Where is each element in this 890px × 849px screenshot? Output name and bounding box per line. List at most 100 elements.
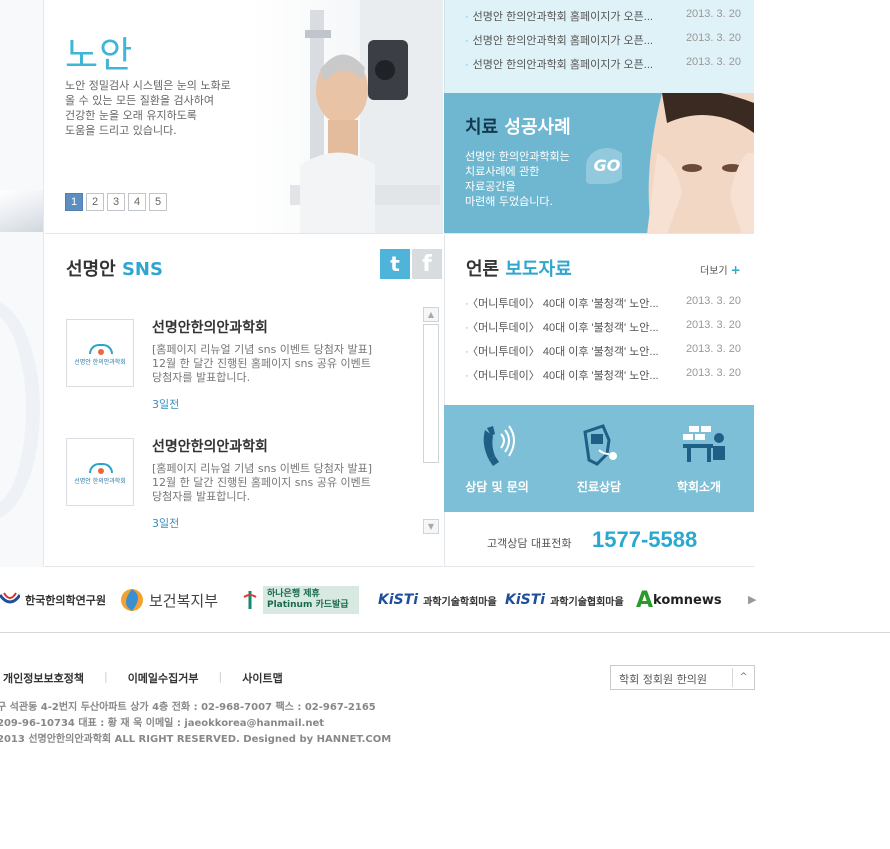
press-item[interactable]: · 〈머니투데이〉 40대 이후 '불청객' 노안... 2013. 3. 20 [465, 319, 741, 335]
press-section: 언론 보도자료 더보기 + · 〈머니투데이〉 40대 이후 '불청객' 노안...… [444, 235, 754, 405]
post-time: 3일전 [152, 517, 180, 530]
quick-menu-label: 상담 및 문의 [465, 480, 529, 494]
bullet-icon: · [465, 35, 469, 47]
hero-page-button[interactable]: 5 [149, 193, 167, 211]
treatment-cases-banner[interactable]: 치료 성공사례 선명안 한의안과학회는 치료사례에 관한 자료공간을 마련해 두… [444, 93, 754, 234]
plus-icon: + [730, 263, 741, 277]
bullet-icon: · [465, 59, 469, 71]
divider [0, 632, 890, 633]
hero-page-button[interactable]: 4 [128, 193, 146, 211]
bullet-icon: · [465, 322, 469, 334]
scroll-down-button[interactable]: ▼ [423, 519, 439, 534]
notice-item[interactable]: · 선명안 한의안과학회 홈페이지가 오픈... 2013. 3. 20 [465, 8, 741, 24]
sns-post[interactable]: 선명안 한의안과학회 선명안한의안과학회 [홈페이지 리뉴얼 기념 sns 이벤… [66, 319, 396, 429]
kisti-logo-icon: KiSTi [505, 592, 546, 608]
phone-icon [483, 425, 515, 466]
call-center: 고객상담 대표전화 1577-5588 [444, 512, 754, 567]
hana-bank-logo-icon [243, 591, 257, 609]
facebook-icon[interactable]: f [412, 249, 442, 279]
post-author: 선명안한의안과학회 [152, 320, 268, 336]
press-item-title: 〈머니투데이〉 40대 이후 '불청객' 노안... [472, 346, 659, 358]
footer-copyright: 2013 선명안한의안과학회 ALL RIGHT RESERVED. Desig… [0, 734, 392, 745]
post-text-line: [홈페이지 리뉴얼 기념 sns 이벤트 당첨자 발표] [152, 343, 373, 356]
sns-post[interactable]: 선명안 한의안과학회 선명안한의안과학회 [홈페이지 리뉴얼 기념 sns 이벤… [66, 438, 396, 548]
mohw-logo-icon [121, 589, 143, 611]
notice-item[interactable]: · 선명안 한의안과학회 홈페이지가 오픈... 2013. 3. 20 [465, 56, 741, 72]
press-item-date: 2013. 3. 20 [685, 343, 741, 355]
partner-logo[interactable]: 한국한의학연구원 [0, 567, 106, 633]
partner-logo[interactable]: A komnews [636, 567, 722, 633]
call-center-number: 1577-5588 [592, 527, 698, 552]
press-item[interactable]: · 〈머니투데이〉 40대 이후 '불청객' 노안... 2013. 3. 20 [465, 343, 741, 359]
partner-logo[interactable]: KiSTi 과학기술학회마을 [378, 567, 497, 633]
quick-menu-label: 학회소개 [676, 480, 722, 494]
hero-desc-line: 도움을 드리고 있습니다. [65, 124, 177, 137]
footer-links: 개인정보보호정책 | 이메일수집거부 | 사이트맵 [0, 670, 303, 686]
treatment-title: 치료 성공사례 [465, 113, 571, 139]
post-text: [홈페이지 리뉴얼 기념 sns 이벤트 당첨자 발표] 12월 한 달간 진행… [152, 462, 392, 504]
notice-date: 2013. 3. 20 [685, 32, 741, 44]
more-link[interactable]: 더보기 + [700, 262, 741, 277]
bullet-icon: · [465, 11, 469, 23]
hero-page-button[interactable]: 2 [86, 193, 104, 211]
bullet-icon: · [465, 370, 469, 382]
quick-menu-inquiry[interactable]: 상담 및 문의 [447, 405, 547, 512]
society-icon [683, 426, 725, 462]
footer-link-privacy[interactable]: 개인정보보호정책 [0, 670, 104, 686]
next-arrow-icon[interactable]: ▶ [748, 593, 756, 606]
hero-title: 노안 [65, 35, 134, 76]
treatment-desc-line: 치료사례에 관한 [465, 165, 540, 178]
treatment-desc-line: 선명안 한의안과학회는 [465, 150, 570, 163]
press-item[interactable]: · 〈머니투데이〉 40대 이후 '불청객' 노안... 2013. 3. 20 [465, 295, 741, 311]
select-value: 학회 정회원 한의원 [619, 673, 707, 686]
quick-menu-about[interactable]: 학회소개 [649, 405, 749, 512]
post-text-line: 12월 한 달간 진행된 홈페이지 sns 공유 이벤트 [152, 357, 371, 370]
partner-name: 한국한의학연구원 [25, 594, 106, 607]
partner-logo[interactable]: KiSTi 과학기술협회마을 [505, 567, 624, 633]
footer-link-email-refusal[interactable]: 이메일수집거부 [128, 670, 219, 686]
partner-logo[interactable]: 하나은행 제휴 Platinum 카드발급 [242, 567, 359, 633]
hero-page-button[interactable]: 1 [65, 193, 83, 211]
chevron-up-icon: ^ [732, 668, 754, 687]
family-site-select[interactable]: 학회 정회원 한의원 ^ [610, 665, 755, 690]
decorative-wave [0, 300, 40, 520]
partner-name: 과학기술협회마을 [550, 596, 624, 608]
sns-section: 선명안 SNS t f 선명안 한의안과학회 선명안한의안과학회 [홈페이지 리… [45, 235, 443, 567]
scrollbar-thumb[interactable] [423, 324, 439, 463]
kiom-logo-icon [0, 592, 20, 604]
scroll-up-button[interactable]: ▲ [423, 307, 439, 322]
notice-date: 2013. 3. 20 [685, 56, 741, 68]
hero-desc-line: 올 수 있는 모든 질환을 검사하여 [65, 94, 215, 107]
eye-exam-photo [250, 0, 443, 233]
partner-logos: 한국한의학연구원 보건복지부 하나은행 제휴 Platinum 카드발급 KiS… [0, 567, 760, 633]
notice-item[interactable]: · 선명안 한의안과학회 홈페이지가 오픈... 2013. 3. 20 [465, 32, 741, 48]
notice-date: 2013. 3. 20 [685, 8, 741, 20]
press-item[interactable]: · 〈머니투데이〉 40대 이후 '불청객' 노안... 2013. 3. 20 [465, 367, 741, 383]
sns-title: 선명안 SNS [66, 255, 163, 281]
call-center-label: 고객상담 대표전화 [487, 537, 572, 550]
bullet-icon: · [465, 346, 469, 358]
logo-dot-icon [98, 349, 104, 355]
twitter-icon[interactable]: t [380, 249, 410, 279]
notice-list: · 선명안 한의안과학회 홈페이지가 오픈... 2013. 3. 20 · 선명안… [444, 0, 754, 93]
notice-title: 선명안 한의안과학회 홈페이지가 오픈... [472, 35, 653, 47]
post-text-line: 당첨자를 발표합니다. [152, 371, 251, 384]
hero-desc-line: 노안 정밀검사 시스템은 눈의 노화로 [65, 79, 231, 92]
partner-name: 하나은행 제휴 Platinum 카드발급 [263, 586, 359, 614]
post-text-line: 12월 한 달간 진행된 홈페이지 sns 공유 이벤트 [152, 476, 371, 489]
notice-title: 선명안 한의안과학회 홈페이지가 오픈... [472, 11, 653, 23]
footer-address: 구 석관동 4-2번지 두산아파트 상가 4층 전화 : 02-968-7007… [0, 702, 376, 713]
treatment-desc-line: 자료공간을 [465, 180, 516, 193]
quick-menu: 상담 및 문의 진료상담 학회소개 [444, 405, 754, 512]
press-item-title: 〈머니투데이〉 40대 이후 '불청객' 노안... [472, 298, 659, 310]
partner-name: 과학기술학회마을 [423, 596, 497, 608]
treatment-title-strong: 치료 [465, 117, 499, 138]
kisti-logo-icon: KiSTi [378, 592, 419, 608]
consult-icon [583, 424, 617, 466]
quick-menu-consult[interactable]: 진료상담 [549, 405, 649, 512]
partner-logo[interactable]: 보건복지부 [120, 567, 218, 633]
logo-dot-icon [98, 468, 104, 474]
hero-page-button[interactable]: 3 [107, 193, 125, 211]
footer-link-sitemap[interactable]: 사이트맵 [242, 670, 302, 686]
bullet-icon: · [465, 298, 469, 310]
